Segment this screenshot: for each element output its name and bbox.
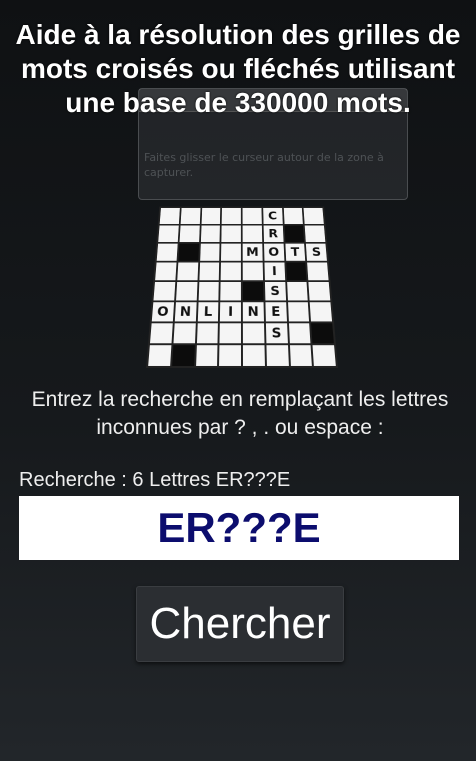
- crossword-cell: [195, 345, 218, 366]
- instruction-text: Entrez la recherche en remplaçant les le…: [31, 388, 449, 439]
- crossword-cell: [221, 225, 241, 243]
- crossword-cell: [283, 208, 304, 224]
- crossword-cell: [219, 323, 241, 344]
- crossword-cell: [242, 208, 262, 224]
- background-capture-hint: Faites glisser le curseur autour de la z…: [144, 151, 384, 179]
- crossword-cell: [201, 208, 221, 224]
- crossword-cell: S: [264, 281, 286, 301]
- crossword-cell: [221, 243, 241, 261]
- crossword-cell: [242, 262, 263, 281]
- crossword-cell: [150, 323, 173, 344]
- crossword-cell: [287, 302, 310, 322]
- crossword-black-cell: [178, 243, 199, 261]
- crossword-cell: [312, 345, 336, 366]
- crossword-cell: [288, 323, 311, 344]
- crossword-cell: C: [262, 208, 283, 224]
- crossword-cell: [307, 262, 329, 281]
- crossword-cell: M: [242, 243, 263, 261]
- crossword-cell: [242, 323, 265, 344]
- crossword-cell: [153, 281, 176, 301]
- crossword-cell: [200, 225, 221, 243]
- crossword-cell: [242, 225, 263, 243]
- crossword-black-cell: [171, 345, 195, 366]
- crossword-cell: [179, 225, 200, 243]
- crossword-cell: [148, 345, 172, 366]
- crossword-cell: [266, 345, 289, 366]
- crossword-cell: [173, 323, 196, 344]
- crossword-black-cell: [311, 323, 334, 344]
- crossword-cell: [303, 208, 324, 224]
- crossword-cell: S: [306, 243, 327, 261]
- crossword-cell: [221, 208, 241, 224]
- crossword-cell: [286, 281, 308, 301]
- crossword-cell: [220, 281, 241, 301]
- crossword-cell: L: [197, 302, 219, 322]
- crossword-cell: [308, 281, 331, 301]
- crossword-cell: [155, 262, 177, 281]
- crossword-cell: N: [242, 302, 264, 322]
- crossword-cell: [304, 225, 326, 243]
- search-input[interactable]: [19, 496, 459, 560]
- crossword-cell: [242, 345, 265, 366]
- crossword-cell: I: [220, 302, 241, 322]
- crossword-cell: [196, 323, 219, 344]
- search-button[interactable]: Chercher: [136, 586, 344, 662]
- crossword-cell: O: [263, 243, 284, 261]
- crossword-cell: N: [174, 302, 197, 322]
- crossword-cell: [158, 225, 179, 243]
- crossword-cell: [198, 262, 220, 281]
- crossword-cell: [220, 262, 241, 281]
- app-title: Aide à la résolution des grilles de mots…: [15, 19, 461, 118]
- crossword-cell: [219, 345, 241, 366]
- crossword-cell: [156, 243, 178, 261]
- crossword-cell: [198, 281, 219, 301]
- crossword-grid: CRMOTSISONLINES: [146, 206, 338, 368]
- crossword-cell: T: [284, 243, 306, 261]
- crossword-black-cell: [284, 225, 305, 243]
- crossword-cell: [289, 345, 313, 366]
- crossword-cell: S: [265, 323, 288, 344]
- crossword-cell: O: [151, 302, 174, 322]
- crossword-black-cell: [242, 281, 264, 301]
- crossword-logo: CRMOTSISONLINES: [130, 178, 350, 368]
- crossword-black-cell: [285, 262, 307, 281]
- crossword-cell: [175, 281, 198, 301]
- crossword-cell: I: [264, 262, 285, 281]
- search-label: Recherche : 6 Lettres ER???E: [19, 469, 291, 491]
- crossword-cell: [180, 208, 201, 224]
- crossword-cell: R: [263, 225, 284, 243]
- crossword-cell: [199, 243, 220, 261]
- crossword-cell: E: [265, 302, 287, 322]
- crossword-cell: [309, 302, 333, 322]
- crossword-cell: [159, 208, 180, 224]
- crossword-cell: [177, 262, 198, 281]
